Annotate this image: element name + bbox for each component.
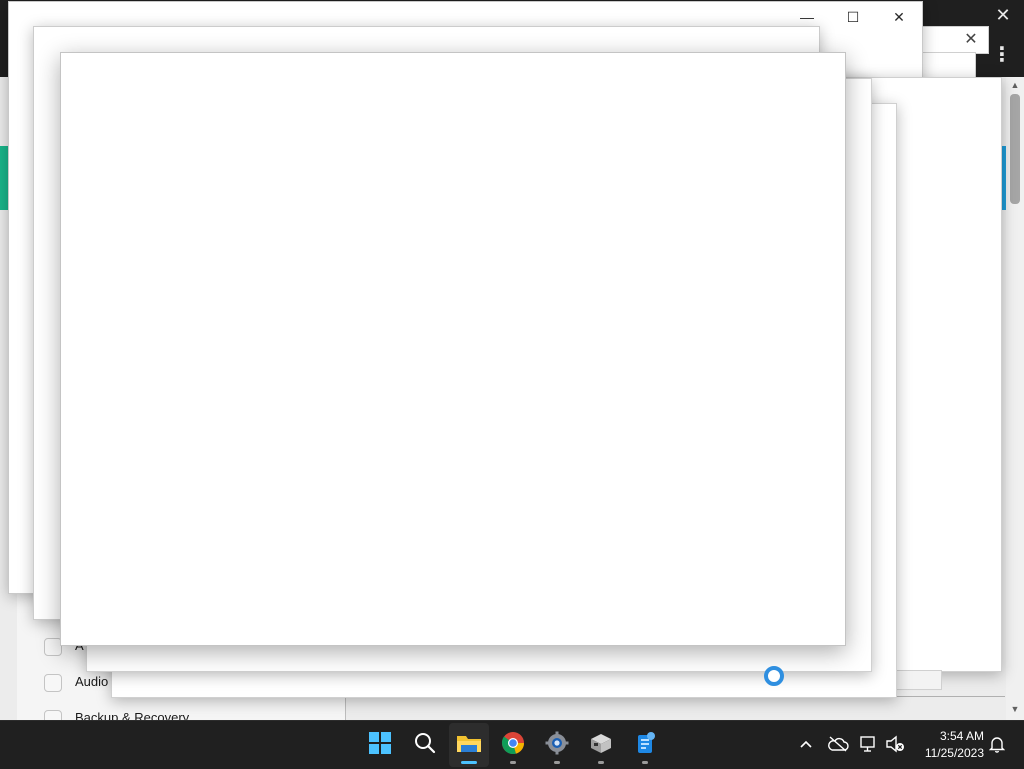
running-indicator [554, 761, 560, 764]
scroll-down-arrow-icon[interactable]: ▼ [1008, 704, 1022, 716]
close-icon[interactable]: ✕ [876, 2, 922, 32]
clock-time: 3:54 AM [939, 729, 984, 743]
clock-date: 11/25/2023 [924, 746, 984, 760]
gear-icon [545, 731, 569, 760]
scrollbar-thumb[interactable] [1010, 94, 1020, 204]
scroll-up-arrow-icon[interactable]: ▲ [1008, 80, 1022, 92]
chevron-up-icon[interactable] [795, 733, 817, 755]
running-indicator [642, 761, 648, 764]
blank-window-edge [895, 670, 942, 690]
volume-muted-icon[interactable] [884, 733, 906, 755]
network-icon[interactable] [858, 733, 880, 755]
checkbox[interactable] [44, 674, 62, 692]
settings-item-label: Audio [75, 674, 109, 689]
blue-app-icon [634, 731, 656, 760]
clock[interactable]: 3:54 AM 11/25/2023 [912, 728, 984, 762]
folder-icon [456, 732, 482, 759]
loading-spinner-icon [764, 666, 784, 686]
blank-window-front[interactable] [60, 52, 846, 686]
more-options-icon[interactable]: ⋮ [992, 40, 1012, 70]
close-icon[interactable]: ✕ [958, 27, 984, 53]
search-button[interactable] [405, 723, 445, 767]
maximize-icon[interactable]: ☐ [830, 2, 876, 32]
chrome-button[interactable] [493, 723, 533, 767]
windows-logo-icon [369, 731, 391, 759]
taskbar: 3:54 AM 11/25/2023 [0, 720, 1024, 769]
chrome-icon [501, 731, 525, 760]
settings-button[interactable] [537, 723, 577, 767]
notification-bell-icon[interactable] [986, 733, 1008, 755]
file-explorer-button[interactable] [449, 723, 489, 767]
app-button[interactable] [581, 723, 621, 767]
start-button[interactable] [360, 723, 400, 767]
onedrive-offline-icon[interactable] [827, 733, 849, 755]
search-icon [414, 732, 436, 759]
running-indicator [598, 761, 604, 764]
box-app-icon [589, 732, 613, 759]
active-indicator [461, 761, 477, 764]
app-button[interactable] [625, 723, 665, 767]
running-indicator [510, 761, 516, 764]
